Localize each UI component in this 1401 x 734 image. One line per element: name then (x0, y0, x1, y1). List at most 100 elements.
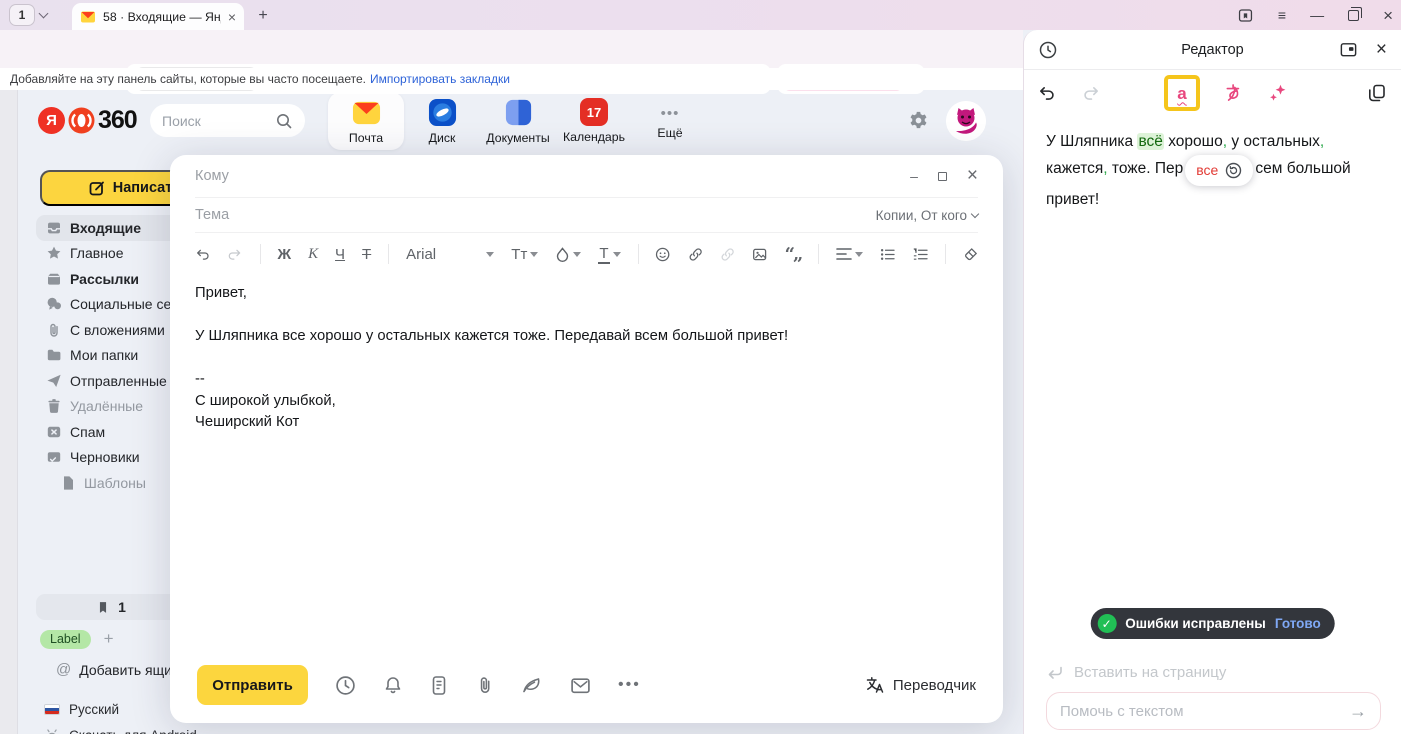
compose-window: Кому – × Тема Копии, От кого Ж К (170, 155, 1003, 723)
sidebar-item-черновики[interactable]: Черновики (36, 445, 186, 471)
numbered-list-icon[interactable] (913, 247, 928, 262)
italic-button[interactable]: К (308, 246, 318, 263)
font-family-select[interactable]: Arial (406, 246, 494, 263)
yandex360-logo[interactable]: Я 360 (38, 106, 137, 135)
revert-correction-pill[interactable]: все (1185, 155, 1253, 186)
service-label: Документы (486, 131, 549, 145)
body-line: Привет, (195, 283, 963, 305)
insert-to-page-button[interactable]: Вставить на страницу (1046, 664, 1226, 681)
ai-prompt-input[interactable] (1060, 703, 1349, 720)
window-restore-icon[interactable] (1348, 10, 1359, 21)
text-color-button[interactable]: Т (598, 245, 620, 264)
copy-text-icon[interactable] (1367, 83, 1387, 103)
cc-from-toggle[interactable]: Копии, От кого (876, 208, 978, 223)
translator-button[interactable]: Переводчик (865, 675, 976, 695)
undo-icon[interactable] (195, 246, 210, 263)
add-mailbox-row[interactable]: @ Добавить ящик (56, 661, 178, 678)
sidebar-item-входящие[interactable]: Входящие (36, 215, 186, 241)
translate-tool-icon[interactable] (1224, 83, 1244, 103)
bookmark-count: 1 (118, 599, 126, 615)
avatar[interactable] (946, 101, 986, 141)
toast-done-button[interactable]: Готово (1275, 616, 1321, 631)
sidebar-item-label: Отправленные (70, 373, 167, 389)
attach-file-icon[interactable] (475, 675, 494, 696)
bold-button[interactable]: Ж (278, 246, 292, 263)
service-документы[interactable]: Документы (480, 92, 556, 150)
service-ещё[interactable]: •••Ещё (632, 92, 708, 150)
tab-counter[interactable]: 1 (9, 4, 35, 26)
subject-field-label[interactable]: Тема (195, 207, 229, 223)
add-label-icon[interactable]: + (104, 629, 114, 649)
unlink-icon[interactable] (720, 246, 735, 263)
schedule-send-icon[interactable] (335, 675, 356, 696)
quote-button[interactable]: “„ (785, 244, 802, 265)
template-icon[interactable] (430, 675, 448, 696)
window-close-icon[interactable]: × (1383, 7, 1393, 24)
sidebar-item-шаблоны[interactable]: Шаблоны (36, 470, 186, 496)
label-tag[interactable]: Label (40, 630, 91, 649)
submit-arrow-icon[interactable]: → (1349, 701, 1367, 722)
font-size-select[interactable]: Тт (511, 246, 538, 263)
gear-icon[interactable] (908, 110, 929, 131)
compose-expand-icon[interactable] (938, 172, 947, 181)
browser-menu-icon[interactable]: ≡ (1278, 8, 1286, 22)
import-bookmarks-link[interactable]: Импортировать закладки (370, 72, 510, 86)
mail-search-input[interactable]: Поиск (150, 104, 305, 137)
signature-pen-icon[interactable] (521, 675, 543, 695)
ai-prompt-box: → (1046, 692, 1381, 730)
sidebar-item-удалённые[interactable]: Удалённые (36, 394, 186, 420)
footer-link-скачать-для-android[interactable]: Скачать для Android (44, 722, 184, 734)
mail-app: Я 360 Поиск ПочтаДиск Документы 17Календар… (0, 90, 1023, 734)
underline-button[interactable]: Ч (335, 246, 345, 263)
sidebar-item-с-вложениями[interactable]: С вложениями (36, 317, 186, 343)
redo-icon[interactable] (227, 246, 242, 263)
services-row: ПочтаДиск Документы 17Календарь•••Ещё (328, 92, 708, 150)
align-button[interactable] (836, 247, 863, 261)
open-in-window-icon[interactable] (1339, 40, 1358, 59)
spellcheck-tool-active[interactable]: а (1164, 75, 1200, 111)
screen: 1 58 · Входящие — Яндек × + ≡ — × ← Я ⟳ … (0, 0, 1401, 734)
sidebar-item-мои-папки[interactable]: Мои папки (36, 343, 186, 369)
sidebar-item-рассылки[interactable]: Рассылки (36, 266, 186, 292)
service-диск[interactable]: Диск (404, 92, 480, 150)
compose-close-icon[interactable]: × (967, 165, 978, 187)
panel-redo-icon[interactable] (1081, 84, 1100, 103)
side-panel-icon[interactable] (1237, 7, 1254, 24)
service-календарь[interactable]: 17Календарь (556, 92, 632, 150)
sidebar-item-социальные-сети[interactable]: Социальные сети (36, 292, 186, 318)
send-button[interactable]: Отправить (197, 665, 308, 705)
clear-format-eraser-icon[interactable] (963, 246, 978, 263)
editor-toolbar: а (1024, 70, 1401, 116)
compose-minimize-icon[interactable]: – (910, 168, 918, 184)
bullet-list-icon[interactable] (880, 247, 895, 262)
sidebar-item-отправленные[interactable]: Отправленные (36, 368, 186, 394)
footer-link-русский[interactable]: Русский (44, 697, 184, 722)
more-options-icon[interactable]: ••• (618, 676, 641, 694)
highlight-color-button[interactable] (555, 247, 581, 262)
insert-image-icon[interactable] (752, 246, 767, 263)
envelope-icon[interactable] (570, 676, 591, 695)
notify-bell-icon[interactable] (383, 675, 403, 696)
message-body[interactable]: Привет,У Шляпника все хорошо у остальных… (195, 283, 963, 434)
disk-icon (428, 98, 457, 127)
ai-improve-sparkles-icon[interactable] (1268, 83, 1288, 103)
corrected-text[interactable]: У Шляпника всё хорошо, у остальных, каже… (1024, 116, 1399, 213)
link-icon[interactable] (688, 246, 703, 263)
new-tab-button[interactable]: + (253, 6, 273, 26)
panel-undo-icon[interactable] (1038, 84, 1057, 103)
emoji-icon[interactable] (655, 246, 670, 263)
sidebar-item-главное[interactable]: Главное (36, 241, 186, 267)
body-line: -- (195, 369, 963, 391)
strikethrough-button[interactable]: Т (362, 246, 371, 263)
service-почта[interactable]: Почта (328, 92, 404, 150)
panel-close-icon[interactable]: × (1376, 40, 1387, 59)
tab-close-icon[interactable]: × (228, 10, 236, 24)
sidebar-item-label: Удалённые (70, 398, 143, 414)
browser-tab[interactable]: 58 · Входящие — Яндек × (72, 3, 244, 30)
window-minimize-icon[interactable]: — (1310, 8, 1324, 22)
bookmarked-messages-row[interactable]: 1 (36, 594, 186, 620)
revert-icon[interactable] (1225, 162, 1242, 179)
to-field-label[interactable]: Кому (195, 168, 229, 184)
tab-list-chevron[interactable] (40, 9, 58, 21)
sidebar-item-спам[interactable]: Спам (36, 419, 186, 445)
